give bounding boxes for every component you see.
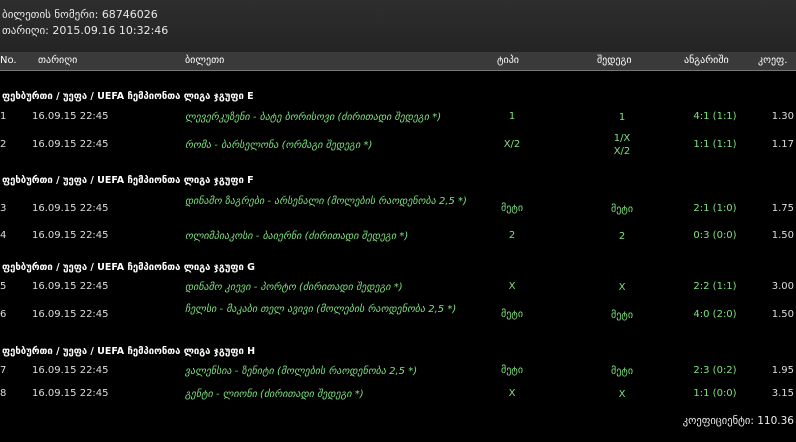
row-event: ლევერკუზენი - ბატე ბორისოვი (ძირითადი შე… bbox=[185, 112, 442, 123]
ticket-date-value: 2015.09.16 10:32:46 bbox=[52, 24, 169, 37]
row-result: X bbox=[618, 389, 626, 400]
row-score: 1:1 (0:0) bbox=[693, 388, 737, 399]
row-event: დინამო კიევი - პორტო (ძირითადი შედეგი *) bbox=[185, 282, 403, 293]
row-type: 1 bbox=[508, 111, 516, 122]
row-date: 16.09.15 22:45 bbox=[32, 365, 109, 376]
row-coef: 1.75 bbox=[771, 203, 794, 214]
row-score: 0:3 (0:0) bbox=[693, 230, 737, 241]
header-coef: კოეფ. bbox=[758, 55, 788, 66]
row-score: 2:1 (1:0) bbox=[693, 203, 737, 214]
group-title: ფეხბურთი / უეფა / UEFA ჩემპიონთა ლიგა ჯგ… bbox=[2, 262, 255, 273]
row-date: 16.09.15 22:45 bbox=[32, 309, 109, 320]
row-type: მეტი bbox=[500, 309, 524, 320]
row-score: 1:1 (1:1) bbox=[693, 139, 737, 150]
row-score: 4:1 (1:1) bbox=[693, 111, 737, 122]
row-event: ოლიმპიაკოსი - ბაიერნი (ძირითადი შედეგი *… bbox=[185, 231, 409, 242]
row-coef: 3.15 bbox=[771, 388, 794, 399]
row-event: რომა - ბარსელონა (ორმაგი შედეგი *) bbox=[185, 140, 373, 151]
row-no: 3 bbox=[0, 203, 7, 214]
row-result: მეტი bbox=[610, 310, 634, 321]
row-no: 7 bbox=[0, 365, 7, 376]
group-title: ფეხბურთი / უეფა / UEFA ჩემპიონთა ლიგა ჯგ… bbox=[2, 91, 254, 102]
row-type: მეტი bbox=[500, 203, 524, 214]
row-event: დინამო ზაგრები - არსენალი (მოლების რაოდე… bbox=[185, 196, 467, 207]
row-result: 1 bbox=[618, 112, 626, 123]
row-date: 16.09.15 22:45 bbox=[32, 111, 109, 122]
row-date: 16.09.15 22:45 bbox=[32, 388, 109, 399]
row-coef: 1.17 bbox=[771, 139, 794, 150]
header-score: ანგარიში bbox=[684, 55, 729, 66]
row-date: 16.09.15 22:45 bbox=[32, 139, 109, 150]
ticket-number-value: 68746026 bbox=[101, 8, 158, 21]
header-type: ტიპი bbox=[497, 55, 519, 66]
row-event: ჩელსი - მაკაბი თელ ავივი (მოლების რაოდენ… bbox=[185, 304, 457, 315]
header-date: თარიღი bbox=[38, 55, 78, 66]
ticket-number-line: ბილეთის ნომერი: 68746026 bbox=[2, 8, 158, 21]
row-result: X bbox=[618, 282, 626, 293]
row-date: 16.09.15 22:45 bbox=[32, 281, 109, 292]
row-type: 2 bbox=[508, 230, 516, 241]
header-result: შედეგი bbox=[597, 55, 632, 66]
row-coef: 1.30 bbox=[771, 111, 794, 122]
ticket-info-bar: ბილეთის ნომერი: 68746026 თარიღი: 2015.09… bbox=[0, 0, 796, 52]
row-coef: 3.00 bbox=[771, 281, 794, 292]
row-type: X/2 bbox=[503, 139, 521, 150]
row-result: მეტი bbox=[610, 204, 634, 215]
row-score: 2:2 (1:1) bbox=[693, 281, 737, 292]
row-result: 2 bbox=[618, 231, 626, 242]
group-title: ფეხბურთი / უეფა / UEFA ჩემპიონთა ლიგა ჯგ… bbox=[2, 175, 254, 186]
total-value: 110.36 bbox=[757, 415, 794, 427]
ticket-date-label: თარიღი: bbox=[2, 24, 49, 37]
row-no: 6 bbox=[0, 309, 7, 320]
total-label: კოეფიციენტი: bbox=[682, 415, 754, 427]
header-no: No. bbox=[0, 55, 17, 66]
row-no: 5 bbox=[0, 281, 7, 292]
row-result: მეტი bbox=[610, 366, 634, 377]
row-type: მეტი bbox=[500, 365, 524, 376]
row-date: 16.09.15 22:45 bbox=[32, 230, 109, 241]
row-score: 4:0 (2:0) bbox=[693, 309, 737, 320]
group-title: ფეხბურთი / უეფა / UEFA ჩემპიონთა ლიგა ჯგ… bbox=[2, 346, 256, 357]
row-no: 8 bbox=[0, 388, 7, 399]
row-coef: 1.95 bbox=[771, 365, 794, 376]
row-no: 2 bbox=[0, 139, 7, 150]
row-coef: 1.50 bbox=[771, 230, 794, 241]
row-event: გენტი - ლიონი (ძირითადი შედეგი *) bbox=[185, 389, 364, 400]
row-no: 4 bbox=[0, 230, 7, 241]
row-date: 16.09.15 22:45 bbox=[32, 203, 109, 214]
row-score: 2:3 (0:2) bbox=[693, 365, 737, 376]
row-coef: 1.50 bbox=[771, 309, 794, 320]
total-coefficient: კოეფიციენტი: 110.36 bbox=[683, 415, 794, 427]
row-no: 1 bbox=[0, 111, 7, 122]
table-header: No. თარიღი ბილეთი ტიპი შედეგი ანგარიში კ… bbox=[0, 52, 796, 71]
ticket-number-label: ბილეთის ნომერი: bbox=[2, 8, 99, 21]
row-event: ვალენსია - ზენიტი (მოლების რაოდენობა 2,5… bbox=[185, 366, 418, 377]
row-type: X bbox=[508, 281, 516, 292]
ticket-date-line: თარიღი: 2015.09.16 10:32:46 bbox=[2, 24, 168, 37]
row-result: 1/X X/2 bbox=[613, 133, 631, 157]
row-type: X bbox=[508, 388, 516, 399]
header-ticket: ბილეთი bbox=[185, 55, 225, 66]
